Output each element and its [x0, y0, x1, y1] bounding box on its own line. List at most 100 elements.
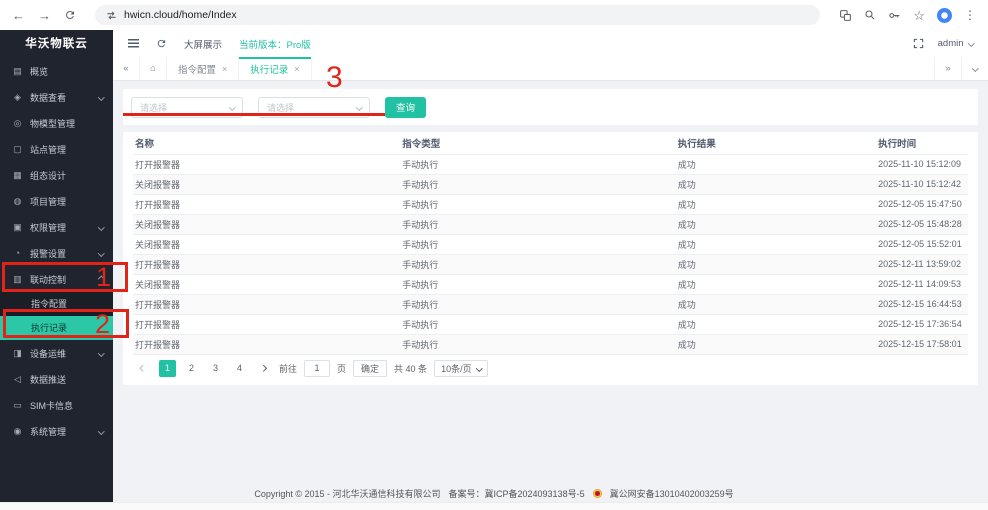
next-page-button[interactable]: [255, 360, 272, 377]
chevron-down-icon: [98, 428, 104, 434]
refresh-icon[interactable]: [156, 38, 167, 49]
browser-reload-icon[interactable]: [64, 9, 76, 21]
browser-back-icon[interactable]: ←: [12, 9, 25, 22]
profile-avatar[interactable]: [937, 8, 952, 23]
table-row[interactable]: 关闭报警器手动执行成功2025-12-05 15:52:01: [133, 234, 968, 254]
sidebar-item-system[interactable]: ◉ 系统管理: [0, 418, 113, 444]
sidebar-item-project[interactable]: ◍ 项目管理: [0, 188, 113, 214]
scada-design-icon: ▦: [12, 170, 23, 181]
chevron-down-icon: [98, 94, 104, 100]
page-size-select[interactable]: 10条/页: [434, 360, 488, 377]
sim-info-icon: ▭: [12, 400, 23, 411]
sidebar-subitem-execution-record[interactable]: 执行记录: [0, 316, 113, 340]
col-name: 名称: [133, 132, 400, 154]
thing-model-icon: ◎: [12, 118, 23, 129]
table-row[interactable]: 打开报警器手动执行成功2025-12-15 17:58:01: [133, 334, 968, 354]
page-button-3[interactable]: 3: [207, 360, 224, 377]
address-bar[interactable]: hwicn.cloud/home/Index: [95, 5, 820, 25]
table-row[interactable]: 关闭报警器手动执行成功2025-12-05 15:48:28: [133, 214, 968, 234]
fullscreen-icon[interactable]: [913, 38, 924, 49]
filter-bar: 请选择 请选择 查询: [123, 89, 978, 125]
close-icon[interactable]: ×: [222, 64, 227, 74]
sidebar-item-sim-info[interactable]: ▭ SIM卡信息: [0, 392, 113, 418]
chevron-down-icon: [229, 104, 235, 110]
confirm-button[interactable]: 确定: [353, 360, 387, 377]
version-label: 当前版本：Pro版: [239, 37, 311, 51]
tab-execution-record[interactable]: 执行记录 ×: [239, 57, 311, 80]
app-header: 大屏展示 当前版本：Pro版 admin: [113, 30, 988, 57]
sidebar-item-scada-design[interactable]: ▦ 组态设计: [0, 162, 113, 188]
sidebar-item-data-push[interactable]: ◁ 数据推送: [0, 366, 113, 392]
table-row[interactable]: 打开报警器手动执行成功2025-12-05 15:47:50: [133, 194, 968, 214]
alarm-icon: ◔: [12, 248, 23, 258]
sidebar-item-thing-model[interactable]: ◎ 物模型管理: [0, 110, 113, 136]
filter-select-2[interactable]: 请选择: [258, 97, 370, 118]
sidebar-item-device-ops[interactable]: ◨ 设备运维: [0, 340, 113, 366]
col-time: 执行时间: [876, 132, 968, 154]
pagination: 1 2 3 4 前往 页 确定 共 40 条 10条/页: [133, 355, 968, 382]
chevron-up-icon: [98, 276, 104, 282]
sidebar-item-permission[interactable]: ▣ 权限管理: [0, 214, 113, 240]
page-unit-label: 页: [337, 362, 346, 375]
sidebar-item-linkage-control[interactable]: ▥ 联动控制: [0, 266, 113, 292]
bookmark-star-icon[interactable]: ☆: [913, 9, 925, 22]
page-button-4[interactable]: 4: [231, 360, 248, 377]
filter-select-1[interactable]: 请选择: [131, 97, 243, 118]
permission-icon: ▣: [12, 222, 23, 233]
chevron-down-icon: [98, 350, 104, 356]
query-button[interactable]: 查询: [385, 97, 426, 118]
zoom-icon[interactable]: [864, 9, 876, 21]
sidebar: 华沃物联云 ▤ 概览 ◈ 数据查看 ◎ 物模型管理 ▢ 站点管理 ▦ 组态设计: [0, 30, 113, 502]
content-area: 请选择 请选择 查询 名称 指令类型 执行结果: [113, 81, 988, 502]
col-result: 执行结果: [676, 132, 876, 154]
tab-command-config[interactable]: 指令配置 ×: [167, 57, 239, 80]
collapse-tabs-icon[interactable]: «: [113, 57, 140, 80]
sidebar-item-data-view[interactable]: ◈ 数据查看: [0, 84, 113, 110]
table-row[interactable]: 关闭报警器手动执行成功2025-12-11 14:09:53: [133, 274, 968, 294]
expand-tabs-icon[interactable]: »: [934, 57, 961, 80]
big-screen-link[interactable]: 大屏展示: [184, 37, 222, 51]
copyright-text: Copyright © 2015 - 河北华沃通信科技有限公司: [254, 487, 440, 500]
browser-menu-icon[interactable]: ⋮: [964, 8, 976, 22]
table-row[interactable]: 打开报警器手动执行成功2025-12-15 16:44:53: [133, 294, 968, 314]
goto-label: 前往: [279, 362, 297, 375]
total-count-label: 共 40 条: [394, 362, 427, 375]
sidebar-item-alarm[interactable]: ◔ 报警设置: [0, 240, 113, 266]
data-push-icon: ◁: [12, 374, 23, 385]
table-row[interactable]: 打开报警器手动执行成功2025-12-11 13:59:02: [133, 254, 968, 274]
police-record-link[interactable]: 冀公网安备13010402003259号: [610, 487, 734, 500]
site-settings-icon[interactable]: [106, 10, 117, 21]
user-menu[interactable]: admin: [938, 38, 973, 49]
table-row[interactable]: 打开报警器手动执行成功2025-11-10 15:12:09: [133, 154, 968, 174]
sidebar-subitem-command-config[interactable]: 指令配置: [0, 292, 113, 316]
browser-forward-icon[interactable]: →: [38, 9, 51, 22]
url-text[interactable]: hwicn.cloud/home/Index: [124, 9, 237, 21]
data-view-icon: ◈: [12, 92, 23, 103]
table-row[interactable]: 关闭报警器手动执行成功2025-11-10 15:12:42: [133, 174, 968, 194]
translate-icon[interactable]: [839, 9, 852, 22]
project-icon: ◍: [12, 196, 23, 207]
page-button-2[interactable]: 2: [183, 360, 200, 377]
goto-page-input[interactable]: [304, 360, 330, 377]
sidebar-item-overview[interactable]: ▤ 概览: [0, 58, 113, 84]
system-icon: ◉: [12, 426, 23, 437]
chevron-down-icon: [968, 40, 974, 46]
prev-page-button[interactable]: [135, 360, 152, 377]
page-footer: Copyright © 2015 - 河北华沃通信科技有限公司 备案号：冀ICP…: [0, 487, 988, 500]
chevron-down-icon: [98, 224, 104, 230]
records-table: 名称 指令类型 执行结果 执行时间 打开报警器手动执行成功2025-11-10 …: [133, 132, 968, 355]
close-icon[interactable]: ×: [294, 64, 299, 74]
linkage-control-icon: ▥: [12, 274, 23, 285]
page-button-1[interactable]: 1: [159, 360, 176, 377]
table-row[interactable]: 打开报警器手动执行成功2025-12-15 17:36:54: [133, 314, 968, 334]
collapse-menu-icon[interactable]: [128, 39, 139, 48]
icp-record-text: 备案号：冀ICP备2024093138号-5: [449, 487, 585, 500]
bottom-edge-strip: [0, 502, 988, 510]
chevron-down-icon: [476, 365, 482, 371]
password-key-icon[interactable]: [888, 9, 901, 22]
station-icon: ▢: [12, 144, 23, 155]
sidebar-item-station[interactable]: ▢ 站点管理: [0, 136, 113, 162]
tab-options-icon[interactable]: [961, 57, 988, 80]
home-tab-icon[interactable]: ⌂: [140, 57, 167, 80]
chevron-down-icon: [98, 250, 104, 256]
